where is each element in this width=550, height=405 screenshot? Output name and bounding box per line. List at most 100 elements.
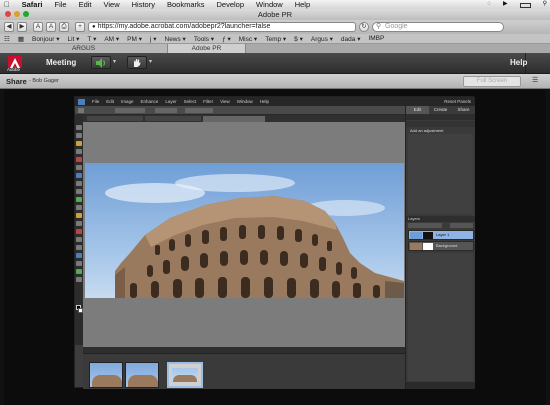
top-sites-icon[interactable]: ▦: [18, 35, 24, 43]
menu-develop[interactable]: Develop: [217, 0, 245, 9]
bookmark-imbp[interactable]: IMBP: [368, 35, 384, 42]
bookmark-t[interactable]: T ▾: [87, 35, 96, 43]
tab-adobe-pr[interactable]: Adobe PR: [168, 44, 246, 53]
forward-button[interactable]: ▶: [17, 22, 27, 32]
doc-tab[interactable]: [145, 116, 201, 121]
tool-icon[interactable]: [76, 261, 82, 266]
bookmark-f[interactable]: ƒ ▾: [222, 35, 231, 43]
tool-icon[interactable]: [76, 165, 82, 170]
status-dropdown-icon[interactable]: ▾: [149, 58, 152, 65]
tool-icon[interactable]: [76, 197, 82, 202]
tool-icon[interactable]: [76, 189, 82, 194]
volume-icon[interactable]: ▶: [503, 0, 508, 9]
meeting-menu[interactable]: Meeting: [46, 58, 76, 67]
tool-icon[interactable]: [76, 245, 82, 250]
pod-options-icon[interactable]: ☰: [532, 76, 538, 84]
tool-icon[interactable]: [76, 133, 82, 138]
tab-edit[interactable]: Edit: [406, 106, 429, 114]
opacity-field[interactable]: [450, 223, 473, 228]
address-bar[interactable]: ● https://my.adobe.acrobat.com/adobepr2?…: [88, 22, 356, 32]
bookmark-j[interactable]: j ▾: [150, 35, 157, 43]
add-bookmark-button[interactable]: +: [75, 22, 85, 32]
text-larger-button[interactable]: A: [46, 22, 56, 32]
pse-menu-filter[interactable]: Filter: [203, 99, 213, 104]
tool-icon[interactable]: [76, 149, 82, 154]
search-input[interactable]: ⚲ Google: [372, 22, 504, 32]
tool-icon[interactable]: [76, 253, 82, 258]
blend-mode-select[interactable]: [408, 223, 442, 228]
close-window-icon[interactable]: [5, 11, 11, 17]
menu-view[interactable]: View: [104, 0, 120, 9]
back-button[interactable]: ◀: [4, 22, 14, 32]
wifi-icon[interactable]: ◌: [487, 0, 491, 9]
tool-icon[interactable]: [76, 237, 82, 242]
zoom-window-icon[interactable]: [23, 11, 29, 17]
text-smaller-button[interactable]: A: [33, 22, 43, 32]
bookmark-argus[interactable]: Argus ▾: [311, 35, 333, 43]
tool-icon[interactable]: [76, 141, 82, 146]
speaker-button[interactable]: [91, 56, 111, 69]
pse-menu-file[interactable]: File: [92, 99, 99, 104]
menu-window[interactable]: Window: [256, 0, 283, 9]
pse-menu-edit[interactable]: Edit: [106, 99, 114, 104]
pse-menu-image[interactable]: Image: [121, 99, 134, 104]
bin-thumbnail[interactable]: [89, 362, 123, 388]
bookmarks-book-icon[interactable]: ☷: [4, 35, 10, 43]
apple-icon[interactable]: : [4, 0, 10, 9]
bookmark-am[interactable]: AM ▾: [104, 35, 119, 43]
tool-icon[interactable]: [76, 157, 82, 162]
menu-edit[interactable]: Edit: [79, 0, 92, 9]
reload-button[interactable]: ↻: [359, 22, 369, 32]
move-tool-icon[interactable]: [78, 108, 84, 113]
pse-menu-view[interactable]: View: [220, 99, 230, 104]
print-icon[interactable]: ⎙: [59, 22, 69, 32]
bin-thumbnail-selected[interactable]: [167, 362, 203, 388]
bookmark-news[interactable]: News ▾: [165, 35, 186, 43]
bookmark-pm[interactable]: PM ▾: [127, 35, 142, 43]
bookmark-temp[interactable]: Temp ▾: [265, 35, 286, 43]
layer-row-selected[interactable]: Layer 1: [408, 230, 474, 240]
tool-icon[interactable]: [76, 173, 82, 178]
menu-help[interactable]: Help: [295, 0, 310, 9]
tool-icon[interactable]: [76, 125, 82, 130]
bookmark-misc[interactable]: Misc ▾: [239, 35, 257, 43]
tool-icon[interactable]: [76, 213, 82, 218]
bin-thumbnail[interactable]: [125, 362, 159, 388]
tool-icon[interactable]: [76, 229, 82, 234]
bookmark-tools[interactable]: Tools ▾: [194, 35, 214, 43]
bookmark-dada[interactable]: dada ▾: [341, 35, 361, 43]
layer-row[interactable]: Background: [408, 241, 474, 251]
options-field[interactable]: [155, 108, 177, 113]
attendee-status-button[interactable]: [127, 56, 147, 69]
tab-create[interactable]: Create: [429, 106, 452, 114]
pse-menu-layer[interactable]: Layer: [165, 99, 176, 104]
doc-tab[interactable]: [87, 116, 143, 121]
tab-share[interactable]: Share: [452, 106, 475, 114]
tool-icon[interactable]: [76, 181, 82, 186]
spotlight-icon[interactable]: ⚲: [543, 0, 550, 9]
bookmark-bonjour[interactable]: Bonjour ▾: [32, 35, 59, 43]
menu-app[interactable]: Safari: [22, 0, 43, 9]
bookmark-dollar[interactable]: $ ▾: [294, 35, 303, 43]
speaker-dropdown-icon[interactable]: ▾: [113, 58, 116, 65]
minimize-window-icon[interactable]: [14, 11, 20, 17]
bookmark-lit[interactable]: Lit ▾: [67, 35, 79, 43]
options-field[interactable]: [115, 108, 145, 113]
pse-menu-window[interactable]: Window: [237, 99, 253, 104]
menu-bookmarks[interactable]: Bookmarks: [167, 0, 205, 9]
menu-file[interactable]: File: [54, 0, 66, 9]
pse-reset-panels[interactable]: Reset Panels: [444, 99, 475, 104]
tab-argus[interactable]: ARGUS: [0, 44, 168, 53]
pse-menu-enhance[interactable]: Enhance: [141, 99, 159, 104]
battery-icon[interactable]: [519, 3, 531, 8]
tool-icon[interactable]: [76, 269, 82, 274]
help-menu[interactable]: Help: [510, 58, 527, 67]
options-field[interactable]: [185, 108, 213, 113]
pse-menu-select[interactable]: Select: [184, 99, 197, 104]
pse-menu-help[interactable]: Help: [260, 99, 269, 104]
tool-icon[interactable]: [76, 221, 82, 226]
menu-history[interactable]: History: [132, 0, 155, 9]
tool-icon[interactable]: [76, 205, 82, 210]
tool-icon[interactable]: [76, 277, 82, 282]
fullscreen-button[interactable]: Full Screen: [463, 76, 521, 87]
